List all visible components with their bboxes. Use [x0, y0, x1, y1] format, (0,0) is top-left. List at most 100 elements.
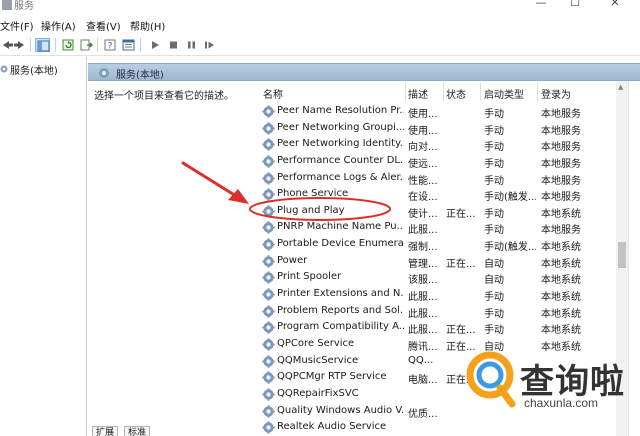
- table-row[interactable]: PNRP Machine Name Pu... 此服... 手动 本地服务: [251, 219, 627, 236]
- cell-startup-type: 手动: [484, 175, 504, 187]
- services-gear-icon: [99, 68, 109, 78]
- table-row[interactable]: Phone Service 在设... 手动(触发... 本地服务: [251, 186, 627, 203]
- play-icon[interactable]: [148, 38, 163, 52]
- cell-name: Portable Device Enumera...: [277, 238, 404, 250]
- cell-startup-type: 手动(触发...: [484, 192, 536, 204]
- service-gear-icon: [262, 188, 275, 201]
- details-header: 服务(本地): [88, 63, 640, 81]
- tab-extended[interactable]: 扩展: [92, 426, 119, 436]
- table-row[interactable]: Power 管理... 正在... 自动 本地系统: [251, 253, 627, 270]
- table-row[interactable]: Plug and Play 使计... 正在... 手动 本地系统: [251, 203, 627, 220]
- service-gear-icon: [262, 354, 275, 368]
- cell-startup-type: 手动: [484, 142, 504, 154]
- service-gear-icon: [262, 221, 275, 235]
- cell-log-on-as: 本地系统: [541, 208, 581, 220]
- cell-description: 优质...: [408, 408, 438, 420]
- menu-bar: 文件(F) 操作(A) 查看(V) 帮助(H): [0, 14, 640, 34]
- service-gear-icon: [262, 288, 275, 301]
- toolbar-separator: [97, 38, 98, 52]
- export-icon[interactable]: [79, 38, 94, 52]
- pause-icon[interactable]: [184, 38, 199, 52]
- cell-description: 此服...: [408, 325, 438, 337]
- help-icon[interactable]: ?: [103, 38, 118, 52]
- menu-help[interactable]: 帮助(H): [130, 18, 165, 33]
- cell-log-on-as: 本地系统: [541, 292, 581, 304]
- table-row[interactable]: Performance Logs & Aler... 性能... 手动 本地服务: [251, 170, 627, 187]
- cell-startup-type: 手动: [484, 225, 504, 237]
- cell-name: PNRP Machine Name Pu...: [277, 221, 404, 233]
- cell-name: QQRepairFixSVC: [277, 387, 359, 399]
- cell-log-on-as: 本地服务: [541, 158, 581, 170]
- maximize-button[interactable]: ☐: [564, 0, 586, 12]
- column-header-startup-type[interactable]: 启动类型: [481, 81, 539, 103]
- table-row[interactable]: Peer Networking Identity... 向对... 手动 本地服务: [251, 136, 627, 153]
- toolbar-separator: [30, 38, 31, 52]
- view-tabs: 扩展 标准: [88, 426, 640, 436]
- menu-action[interactable]: 操作(A): [41, 18, 76, 33]
- console-tree-icon[interactable]: [35, 38, 50, 52]
- close-button[interactable]: ✕: [604, 0, 626, 12]
- table-row[interactable]: Peer Networking Groupi... 使用... 手动 本地服务: [251, 120, 627, 137]
- column-header-name[interactable]: 名称: [251, 81, 406, 103]
- title-bar: 服务 — ☐ ✕: [0, 0, 640, 14]
- tree-item-services-local[interactable]: 服务(本地): [0, 62, 60, 77]
- table-row[interactable]: Performance Counter DL... 使远... 手动 本地服务: [251, 153, 627, 170]
- console-tree-pane: 服务(本地): [0, 57, 87, 436]
- cell-description: 性能...: [408, 175, 438, 187]
- cell-status: 正在...: [446, 325, 476, 337]
- service-gear-icon: [262, 238, 275, 251]
- table-row[interactable]: Peer Name Resolution Pr... 使用... 手动 本地服务: [251, 103, 627, 120]
- menu-file[interactable]: 文件(F): [0, 18, 34, 33]
- column-header-log-on-as[interactable]: 登录为: [538, 81, 598, 103]
- properties-icon[interactable]: [121, 38, 136, 52]
- resume-icon[interactable]: [202, 38, 217, 52]
- cell-status: 正在...: [446, 258, 476, 270]
- cell-name: QQPCMgr RTP Service: [277, 371, 387, 383]
- cell-description: 管理...: [408, 258, 438, 270]
- stop-icon[interactable]: [166, 38, 181, 52]
- column-header-status[interactable]: 状态: [444, 81, 482, 103]
- cell-description: 在设...: [408, 192, 438, 204]
- tab-standard[interactable]: 标准: [124, 426, 151, 436]
- cell-description: 此服...: [408, 292, 438, 304]
- service-gear-icon: [262, 205, 275, 218]
- table-row[interactable]: Print Spooler 该服... 自动 本地系统: [251, 269, 627, 286]
- cell-log-on-as: 本地服务: [541, 109, 581, 120]
- cell-description: 使用...: [408, 109, 438, 120]
- cell-startup-type: 自动: [484, 275, 504, 287]
- cell-name: Performance Counter DL...: [277, 154, 404, 166]
- cell-description: 使计...: [408, 208, 438, 220]
- table-row[interactable]: Portable Device Enumera... 强制... 手动(触发... 本…: [251, 236, 627, 253]
- services-app-icon: [2, 0, 12, 10]
- table-row[interactable]: Problem Reports and Sol... 此服... 手动 本地系统: [251, 303, 627, 320]
- cell-log-on-as: 本地系统: [541, 258, 581, 270]
- services-gear-icon: [0, 65, 8, 73]
- scrollbar-thumb[interactable]: [618, 242, 626, 268]
- forward-arrow-icon[interactable]: [12, 38, 27, 52]
- table-row[interactable]: Printer Extensions and N... 此服... 手动 本地系统: [251, 286, 627, 303]
- service-gear-icon: [262, 404, 275, 418]
- watermark: 查询啦 chaxunla.com: [452, 348, 640, 418]
- cell-log-on-as: 本地服务: [541, 125, 581, 137]
- refresh-icon[interactable]: [61, 38, 76, 52]
- service-gear-icon: [262, 105, 275, 118]
- service-gear-icon: [262, 338, 275, 351]
- service-gear-icon: [262, 271, 275, 285]
- minimize-button[interactable]: —: [530, 0, 552, 12]
- scroll-up-icon[interactable]: ▲: [618, 83, 623, 91]
- cell-startup-type: 手动: [484, 308, 504, 320]
- toolbar-separator: [140, 38, 141, 52]
- cell-status: 正在...: [446, 208, 476, 220]
- cell-log-on-as: 本地系统: [541, 325, 581, 337]
- cell-description: 使远...: [408, 158, 438, 170]
- cell-name: Power: [277, 254, 308, 266]
- menu-view[interactable]: 查看(V): [86, 18, 121, 33]
- cell-description: 该服...: [408, 275, 438, 287]
- table-row[interactable]: Program Compatibility A... 此服... 正在... 手动 本地…: [251, 319, 627, 336]
- cell-description: 强制...: [408, 242, 438, 254]
- cell-log-on-as: 本地系统: [541, 308, 581, 320]
- cell-description: 此服...: [408, 225, 438, 237]
- service-gear-icon: [262, 321, 275, 335]
- cell-startup-type: 手动: [484, 292, 504, 304]
- column-header-description[interactable]: 描述: [406, 81, 446, 103]
